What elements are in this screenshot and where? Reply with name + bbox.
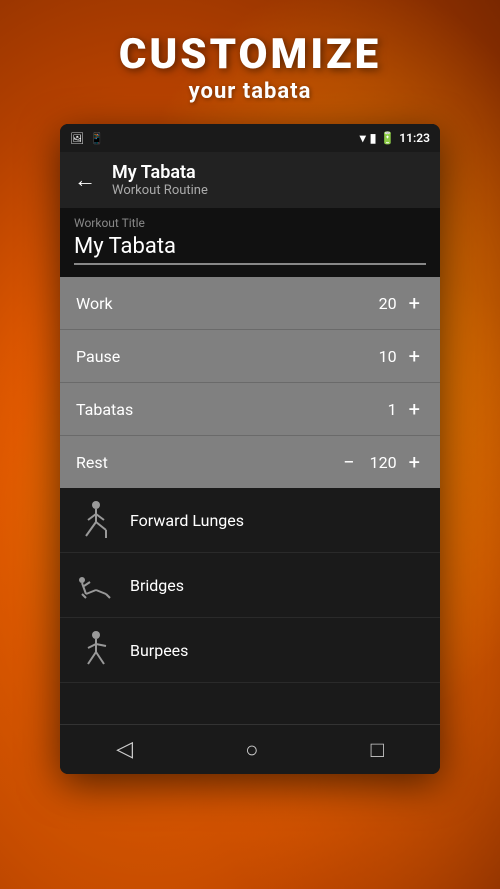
app-bar-subtitle: Workout Routine <box>112 183 208 198</box>
nav-home-button[interactable]: ○ <box>245 737 258 763</box>
setting-controls-tabatas: 1 + <box>367 397 424 421</box>
back-button[interactable]: ← <box>74 167 96 193</box>
workout-title-input[interactable]: My Tabata <box>74 234 426 265</box>
status-bar: 🖼 📱 ▾ ▮ 🔋 11:23 <box>60 124 440 152</box>
burpees-icon <box>76 630 116 670</box>
nav-bar: ◁ ○ □ <box>60 724 440 774</box>
lunges-icon <box>76 500 116 540</box>
settings-section: Work 20 + Pause 10 + Tabatas 1 + <box>60 277 440 488</box>
setting-plus-work[interactable]: + <box>405 291 424 315</box>
customize-heading: CUSTOMIZE <box>119 30 381 79</box>
workout-title-label: Workout Title <box>74 216 426 230</box>
setting-row-rest: Rest − 120 + <box>60 436 440 488</box>
setting-row-work: Work 20 + <box>60 277 440 330</box>
setting-label-work: Work <box>76 294 113 313</box>
exercise-label-lunges: Forward Lunges <box>130 511 244 530</box>
app-bar-title: My Tabata <box>112 162 208 183</box>
setting-label-pause: Pause <box>76 347 120 366</box>
setting-controls-work: 20 + <box>367 291 424 315</box>
setting-label-rest: Rest <box>76 453 108 472</box>
app-bar-titles: My Tabata Workout Routine <box>112 162 208 198</box>
workout-title-section: Workout Title My Tabata <box>60 208 440 277</box>
setting-row-tabatas: Tabatas 1 + <box>60 383 440 436</box>
setting-plus-pause[interactable]: + <box>405 344 424 368</box>
setting-value-rest: 120 <box>367 453 397 472</box>
exercise-row-bridges[interactable]: Bridges <box>60 553 440 618</box>
wifi-icon: ▾ <box>360 131 366 145</box>
setting-plus-rest[interactable]: + <box>405 450 424 474</box>
phone-frame: 🖼 📱 ▾ ▮ 🔋 11:23 ← My Tabata Workout Rout… <box>60 124 440 774</box>
setting-value-work: 20 <box>367 294 397 313</box>
setting-label-tabatas: Tabatas <box>76 400 133 419</box>
exercises-section: Forward Lunges Bridges <box>60 488 440 724</box>
phone-status-icon: 📱 <box>90 132 104 145</box>
setting-row-pause: Pause 10 + <box>60 330 440 383</box>
setting-minus-rest[interactable]: − <box>339 450 358 474</box>
exercise-label-burpees: Burpees <box>130 641 188 660</box>
exercise-row-lunges[interactable]: Forward Lunges <box>60 488 440 553</box>
status-bar-left: 🖼 📱 <box>70 132 104 145</box>
page-wrapper: CUSTOMIZE your tabata 🖼 📱 ▾ ▮ 🔋 11:23 ← … <box>0 0 500 889</box>
setting-controls-pause: 10 + <box>367 344 424 368</box>
nav-recent-button[interactable]: □ <box>371 737 384 763</box>
nav-back-button[interactable]: ◁ <box>116 737 133 762</box>
tabata-subheading: your tabata <box>119 79 381 104</box>
time-display: 11:23 <box>399 131 430 145</box>
signal-icon: ▮ <box>370 131 377 145</box>
setting-plus-tabatas[interactable]: + <box>405 397 424 421</box>
app-bar: ← My Tabata Workout Routine <box>60 152 440 208</box>
battery-icon: 🔋 <box>380 131 395 145</box>
bridges-icon <box>76 565 116 605</box>
exercise-row-burpees[interactable]: Burpees <box>60 618 440 683</box>
image-icon: 🖼 <box>70 132 84 145</box>
setting-value-pause: 10 <box>367 347 397 366</box>
exercise-label-bridges: Bridges <box>130 576 184 595</box>
setting-controls-rest: − 120 + <box>339 450 424 474</box>
status-bar-right: ▾ ▮ 🔋 11:23 <box>360 131 430 145</box>
setting-value-tabatas: 1 <box>367 400 397 419</box>
top-text-section: CUSTOMIZE your tabata <box>119 0 381 104</box>
